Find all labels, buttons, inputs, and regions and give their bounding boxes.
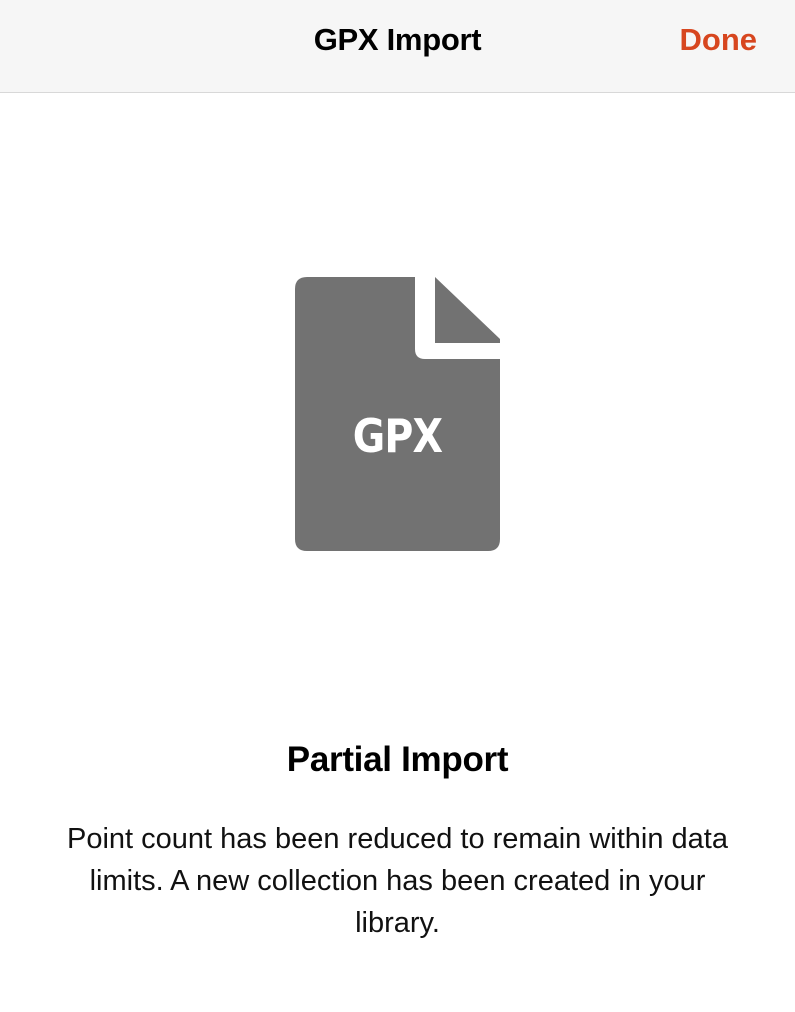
file-type-label: GPX	[352, 409, 443, 463]
status-title: Partial Import	[286, 740, 509, 779]
done-button[interactable]: Done	[680, 22, 758, 58]
page-title: GPX Import	[313, 22, 482, 57]
gpx-document-icon: GPX	[295, 277, 500, 552]
status-message: Point count has been reduced to remain w…	[67, 823, 728, 939]
document-folded-corner	[435, 277, 500, 343]
navigation-bar: GPX Import Done	[0, 0, 795, 93]
